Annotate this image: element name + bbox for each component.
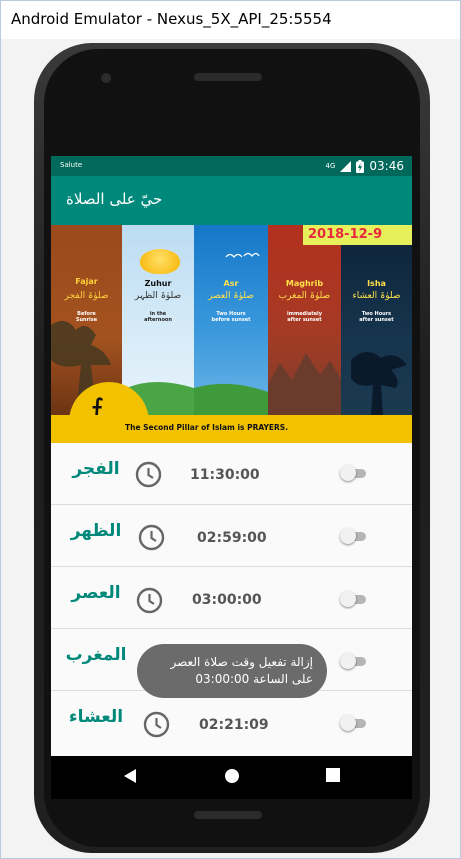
banner-maghrib-name: Maghrib [285,279,324,288]
prayer-name: الظهر [70,521,122,541]
prayer-list: الفجر 11:30:00 الظهر 02:59:00 العصر 03:0… [51,443,412,756]
banner-isha-name: Isha [367,279,386,288]
signal-icon [340,160,352,172]
toast-message: إزالة تفعيل وقت صلاة العصر على الساعة 03… [137,644,327,698]
banner-fajar-name: Fajar [75,277,98,286]
home-icon[interactable] [224,768,240,784]
prayer-toggle[interactable] [340,653,368,670]
emulator-window: Android Emulator - Nexus_5X_API_25:5554 … [0,0,461,859]
banner-zuhur-note-2: afternoon [144,317,172,323]
app-bar: حيّ على الصلاة [51,176,412,225]
tree-silhouette-icon [351,351,407,415]
banner-date: 2018-12-9 [303,225,412,245]
hill-icon [194,383,268,415]
top-speaker [194,73,262,81]
banner-fajar-arabic: صلوٰۃ الفجر [64,291,109,301]
prayer-time: 11:30:00 [190,467,260,483]
navigation-bar [51,756,412,799]
banner-fajar-note: Before Sunrise [51,311,122,323]
status-time: 03:46 [369,159,404,173]
toast-line-2: على الساعة 03:00:00 [195,672,313,686]
banner-asr-note-2: before sunset [211,317,251,323]
prayer-toggle[interactable] [340,591,368,608]
prayers-banner-image: Fajar صلوٰۃ الفجر Before Sunrise Zuhur صل… [51,225,412,443]
status-bar: Salute 4G 03:46 [51,156,412,176]
banner-fajar-note-2: Sunrise [75,317,98,323]
banner-asr-arabic: صلوٰۃ العصر [208,291,254,301]
toast-line-1: إزالة تفعيل وقت صلاة العصر [170,655,313,669]
banner-maghrib-note-2: after sunset [287,317,322,323]
prayer-name: العصر [71,583,121,603]
banner-isha-note-2: after sunset [359,317,394,323]
banner-asr-name: Asr [223,279,239,288]
clock-icon[interactable] [138,524,165,551]
banner-zuhur-arabic: صلوٰۃ الظہر [134,291,182,301]
banner-footer: The Second Pillar of Islam is PRAYERS. [51,415,412,443]
banner-maghrib-note: immediately after sunset [268,311,341,323]
clock-icon[interactable] [136,587,163,614]
banner-maghrib-arabic: صلوٰۃ المغرب [278,291,331,301]
bird-icon [225,252,260,259]
phone-screen: Salute 4G 03:46 حيّ على الصلاة Fajar صلو… [51,156,412,799]
clock-icon[interactable] [135,461,162,488]
front-camera-icon [101,73,111,83]
bottom-speaker [194,811,262,819]
banner-stripe-zuhur: Zuhur صلوٰۃ الظہر in the afternoon [122,225,194,415]
app-title: حيّ على الصلاة [66,190,163,208]
banner-asr-note: Two Hours before sunset [194,311,268,323]
network-type: 4G [325,162,336,170]
prayer-row-isha[interactable]: العشاء 02:21:09 [51,691,412,753]
prayer-toggle[interactable] [340,528,368,545]
mountain-icon [268,353,341,415]
sun-icon [140,249,180,274]
banner-isha-arabic: صلوٰۃ العشاء [352,291,401,301]
prayer-time: 02:59:00 [197,530,267,546]
prayer-row-dhuhr[interactable]: الظهر 02:59:00 [51,505,412,567]
banner-isha-note: Two Hours after sunset [341,311,412,323]
prayer-name: المغرب [65,645,127,665]
prayer-row-fajr[interactable]: الفجر 11:30:00 [51,443,412,505]
prayer-name: الفجر [72,459,120,479]
banner-stripe-isha: Isha صلوٰۃ العشاء Two Hours after sunset [341,225,412,415]
prayer-toggle[interactable] [340,465,368,482]
prayer-name: العشاء [68,707,124,727]
prayer-toggle[interactable] [340,715,368,732]
status-icons: 4G 03:46 [326,159,404,173]
recents-icon[interactable] [326,768,340,782]
banner-zuhur-name: Zuhur [144,279,172,288]
banner-stripe-maghrib: Maghrib صلوٰۃ المغرب immediately after su… [268,225,341,415]
banner-stripe-asr: Asr صلوٰۃ العصر Two Hours before sunset [194,225,268,415]
back-icon[interactable] [123,768,137,784]
prayer-row-asr[interactable]: العصر 03:00:00 [51,567,412,629]
prayer-time: 03:00:00 [192,592,262,608]
clock-icon[interactable] [143,711,170,738]
prayer-time: 02:21:09 [199,717,269,733]
banner-zuhur-note: in the afternoon [122,311,194,323]
banner-footer-text: The Second Pillar of Islam is PRAYERS. [125,423,289,432]
status-app-name: Salute [60,161,83,169]
device-area: Salute 4G 03:46 حيّ على الصلاة Fajar صلو… [1,39,460,858]
window-title: Android Emulator - Nexus_5X_API_25:5554 [1,1,460,39]
battery-icon [356,159,365,173]
